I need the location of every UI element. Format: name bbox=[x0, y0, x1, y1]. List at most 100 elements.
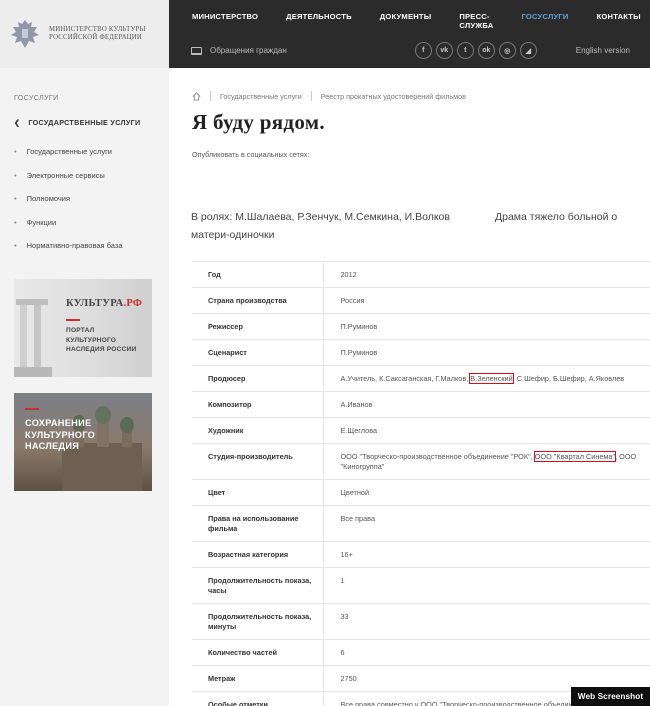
table-row: Продолжительность показа, часы 1 bbox=[192, 567, 650, 604]
banner1-title-suffix: .РФ bbox=[123, 298, 143, 309]
row-value: П.Руминов bbox=[323, 313, 650, 340]
row-label: Сценарист bbox=[192, 339, 324, 366]
odnoklassniki-icon[interactable]: ok bbox=[477, 42, 495, 59]
bullet-icon: • bbox=[14, 241, 17, 250]
banner1-title: КУЛЬТУРА bbox=[66, 298, 124, 309]
social-links: f vk t ok ◎ ◢ bbox=[414, 42, 537, 59]
highlighted-studio: ООО "Квартал Синема" bbox=[533, 451, 617, 462]
coat-of-arms-icon bbox=[11, 20, 39, 48]
nav-press[interactable]: ПРЕСС-СЛУЖБА bbox=[459, 12, 493, 30]
row-value: Е.Щеглова bbox=[323, 417, 650, 444]
bullet-icon: • bbox=[14, 194, 17, 203]
vk-icon[interactable]: vk bbox=[435, 42, 453, 59]
sidebar: ГОСУСЛУГИ ❮ ГОСУДАРСТВЕННЫЕ УСЛУГИ • Госу… bbox=[0, 68, 169, 706]
citizen-appeals-link[interactable]: Обращения граждан bbox=[191, 46, 287, 55]
row-value: Россия bbox=[323, 287, 650, 314]
heritage-banner[interactable]: СОХРАНЕНИЕ КУЛЬТУРНОГО НАСЛЕДИЯ bbox=[14, 393, 152, 491]
table-row: Продюсер А.Учитель, К.Саксаганская, Г.Ма… bbox=[192, 365, 650, 392]
ministry-name-line2: РОССИЙСКОЙ ФЕДЕРАЦИИ bbox=[49, 34, 143, 41]
table-row: Студия-производитель ООО "Творческо-прои… bbox=[192, 443, 650, 480]
sidebar-menu: • Государственные услуги • Электронные сер… bbox=[14, 147, 123, 265]
row-value: 6 bbox=[323, 639, 650, 666]
breadcrumb-gos-services[interactable]: Государственные услуги bbox=[220, 92, 302, 101]
english-version-link[interactable]: English version bbox=[576, 46, 630, 55]
instagram-icon[interactable]: ◎ bbox=[498, 42, 516, 59]
row-label: Цвет bbox=[192, 479, 324, 506]
appeal-label: Обращения граждан bbox=[210, 46, 287, 55]
breadcrumb: Государственные услуги Реестр прокатных … bbox=[192, 91, 466, 101]
bullet-icon: • bbox=[14, 147, 17, 156]
row-value: 2012 bbox=[323, 261, 650, 288]
row-value: А.Иванов bbox=[323, 391, 650, 418]
row-label: Художник bbox=[192, 417, 324, 444]
ministry-logo[interactable]: МИНИСТЕРСТВО КУЛЬТУРЫ РОССИЙСКОЙ ФЕДЕРАЦ… bbox=[0, 0, 169, 68]
main-content: Государственные услуги Реестр прокатных … bbox=[169, 68, 650, 706]
banner2-accent-line bbox=[25, 408, 39, 410]
row-label: Метраж bbox=[192, 665, 324, 692]
nav-documents[interactable]: ДОКУМЕНТЫ bbox=[380, 12, 432, 30]
row-label: Особые отметки bbox=[192, 691, 324, 706]
row-value: ООО "Творческо-производственное объедине… bbox=[323, 443, 650, 480]
row-value: 16+ bbox=[323, 541, 650, 568]
bullet-icon: • bbox=[14, 217, 17, 227]
rss-icon[interactable]: ◢ bbox=[519, 42, 537, 59]
nav-activity[interactable]: ДЕЯТЕЛЬНОСТЬ bbox=[286, 12, 352, 30]
row-label: Продюсер bbox=[192, 365, 324, 392]
banner2-text: СОХРАНЕНИЕ КУЛЬТУРНОГО НАСЛЕДИЯ bbox=[25, 418, 96, 451]
sidebar-back-link[interactable]: ❮ ГОСУДАРСТВЕННЫЕ УСЛУГИ bbox=[14, 118, 140, 127]
row-label: Возрастная категория bbox=[192, 541, 324, 568]
culture-rf-banner[interactable]: КУЛЬТУРА.РФ ПОРТАЛ КУЛЬТУРНОГО НАСЛЕДИЯ … bbox=[14, 279, 152, 377]
row-label: Режиссер bbox=[192, 313, 324, 340]
row-label: Страна производства bbox=[192, 287, 324, 314]
facebook-icon[interactable]: f bbox=[414, 42, 432, 59]
row-label: Продолжительность показа, минуты bbox=[192, 603, 324, 640]
nav-gosuslugi[interactable]: ГОСУСЛУГИ bbox=[521, 12, 568, 30]
row-value: Цветной bbox=[323, 479, 650, 506]
sidebar-item-legal-base[interactable]: • Нормативно-правовая база bbox=[14, 241, 123, 265]
row-value: П.Руминов bbox=[323, 339, 650, 366]
table-row: Количество частей 6 bbox=[192, 639, 650, 666]
site-header: МИНИСТЕРСТВО КУЛЬТУРЫ РОССИЙСКОЙ ФЕДЕРАЦ… bbox=[0, 0, 650, 68]
sidebar-item-powers[interactable]: • Полномочия bbox=[14, 194, 123, 218]
highlighted-producer: В.Зеленский bbox=[469, 373, 514, 384]
web-screenshot-watermark: Web Screenshot bbox=[571, 687, 650, 706]
share-label: Опубликовать в социальных сетях: bbox=[192, 150, 310, 159]
row-label: Студия-производитель bbox=[192, 443, 324, 480]
breadcrumb-separator bbox=[310, 91, 312, 101]
banner1-accent-line bbox=[66, 319, 80, 321]
film-details-table: Год 2012 Страна производства Россия Режисс… bbox=[192, 261, 650, 706]
table-row: Год 2012 bbox=[192, 261, 650, 288]
breadcrumb-film-registry[interactable]: Реестр прокатных удостоверений фильмов bbox=[321, 92, 466, 101]
breadcrumb-separator bbox=[210, 91, 211, 101]
film-description: В ролях: М.Шалаева, Р.Зенчук, М.Семкина,… bbox=[191, 208, 631, 244]
table-row: Сценарист П.Руминов bbox=[192, 339, 650, 366]
row-label: Права на использование фильма bbox=[192, 505, 324, 542]
ministry-name-line1: МИНИСТЕРСТВО КУЛЬТУРЫ bbox=[49, 26, 146, 33]
table-row: Страна производства Россия bbox=[192, 287, 650, 314]
row-value: 33 bbox=[323, 603, 650, 640]
page-title: Я буду рядом. bbox=[192, 110, 325, 134]
table-row: Композитор А.Иванов bbox=[192, 391, 650, 418]
sidebar-back-label: ГОСУДАРСТВЕННЫЕ УСЛУГИ bbox=[28, 118, 141, 127]
row-label: Количество частей bbox=[192, 639, 324, 666]
description-continuation: матери-одиночки bbox=[191, 229, 275, 241]
laptop-icon bbox=[191, 46, 202, 55]
columns-icon bbox=[14, 299, 52, 377]
row-label: Продолжительность показа, часы bbox=[192, 567, 324, 604]
chevron-left-icon: ❮ bbox=[14, 118, 21, 127]
genre-synopsis: Драма тяжело больной о bbox=[495, 211, 618, 223]
nav-contacts[interactable]: КОНТАКТЫ bbox=[597, 12, 641, 30]
bullet-icon: • bbox=[14, 170, 17, 180]
sidebar-item-gos-services[interactable]: • Государственные услуги bbox=[14, 147, 123, 171]
table-row: Художник Е.Щеглова bbox=[192, 417, 650, 444]
row-label: Композитор bbox=[192, 391, 324, 418]
nav-ministry[interactable]: МИНИСТЕРСТВО bbox=[192, 12, 258, 30]
sidebar-item-functions[interactable]: • Функции bbox=[14, 218, 123, 242]
sidebar-item-e-services[interactable]: • Электронные сервисы bbox=[14, 171, 123, 195]
twitter-icon[interactable]: t bbox=[456, 42, 474, 59]
row-label: Год bbox=[192, 261, 324, 288]
table-row: Права на использование фильма Все права bbox=[192, 505, 650, 542]
table-row: Продолжительность показа, минуты 33 bbox=[192, 603, 650, 640]
table-row: Цвет Цветной bbox=[192, 479, 650, 506]
home-icon[interactable] bbox=[192, 91, 201, 101]
